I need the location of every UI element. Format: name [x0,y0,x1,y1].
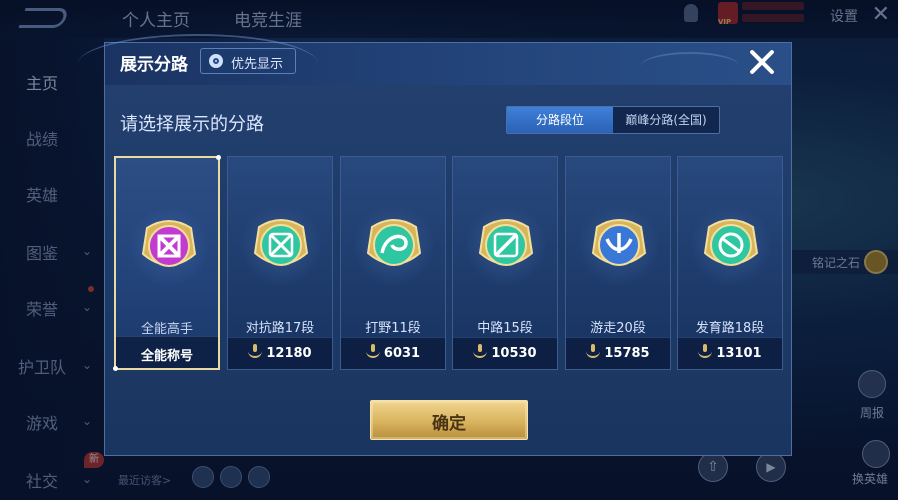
route-score: 6031 [341,344,445,361]
decorative-wave [640,52,740,82]
route-score: 15785 [566,344,670,361]
laurel-icon [473,344,488,358]
confirm-button[interactable]: 确定 [370,400,528,440]
farm-lane-emblem-icon [703,219,759,266]
laurel-icon [586,344,601,358]
route-rank-label: 中路15段 [477,321,533,336]
card-footer-text: 全能称号 [140,349,193,364]
route-card[interactable]: 中路15段 10530 [452,156,558,370]
route-card[interactable]: 游走20段 15785 [565,156,671,370]
card-footer-text: 6031 [383,346,421,361]
dialog-subtitle: 请选择展示的分路 [120,114,264,135]
priority-display-button[interactable]: 优先显示 [200,48,296,74]
mid-lane-emblem-icon [478,219,534,266]
card-footer: 13101 [678,337,782,369]
selection-corner [113,366,118,371]
laurel-icon [698,344,713,358]
route-rank-label: 对抗路17段 [245,321,315,336]
route-rank-label: 游走20段 [590,321,646,336]
route-card[interactable]: 发育路18段 13101 [677,156,783,370]
card-footer-text: 12180 [266,346,312,361]
confirm-label: 确定 [432,414,466,434]
card-footer-text: 10530 [491,346,537,361]
tab-peak-route-national[interactable]: 巅峰分路(全国) [613,107,719,133]
route-card[interactable]: 打野11段 6031 [340,156,446,370]
selection-corner [216,155,221,160]
segment-control: 分路段位 巅峰分路(全国) [506,106,720,134]
close-icon[interactable] [744,44,780,80]
dialog-title: 展示分路 [120,55,188,75]
route-rank-label: 全能高手 [140,322,193,337]
laurel-icon [365,344,380,358]
route-card[interactable]: 全能高手 全能称号 [113,155,221,371]
tab-route-rank[interactable]: 分路段位 [507,107,613,133]
clash-lane-emblem-icon [253,219,309,266]
all-round-emblem-icon [141,220,197,267]
card-footer: 12180 [228,337,332,369]
route-score: 13101 [678,344,782,361]
card-footer-text: 15785 [604,346,650,361]
gear-icon [209,54,223,68]
jungle-emblem-icon [366,219,422,266]
card-footer: 6031 [341,337,445,369]
route-score: 10530 [453,344,557,361]
route-rank-label: 发育路18段 [695,321,765,336]
route-card[interactable]: 对抗路17段 12180 [227,156,333,370]
laurel-icon [248,344,263,358]
title-label: 全能称号 [116,345,218,364]
roam-emblem-icon [591,219,647,266]
card-footer-text: 13101 [716,346,762,361]
priority-display-label: 优先显示 [231,57,284,72]
card-footer: 全能称号 [116,336,218,368]
route-rank-label: 打野11段 [365,321,421,336]
route-score: 12180 [228,344,332,361]
card-footer: 10530 [453,337,557,369]
card-footer: 15785 [566,337,670,369]
